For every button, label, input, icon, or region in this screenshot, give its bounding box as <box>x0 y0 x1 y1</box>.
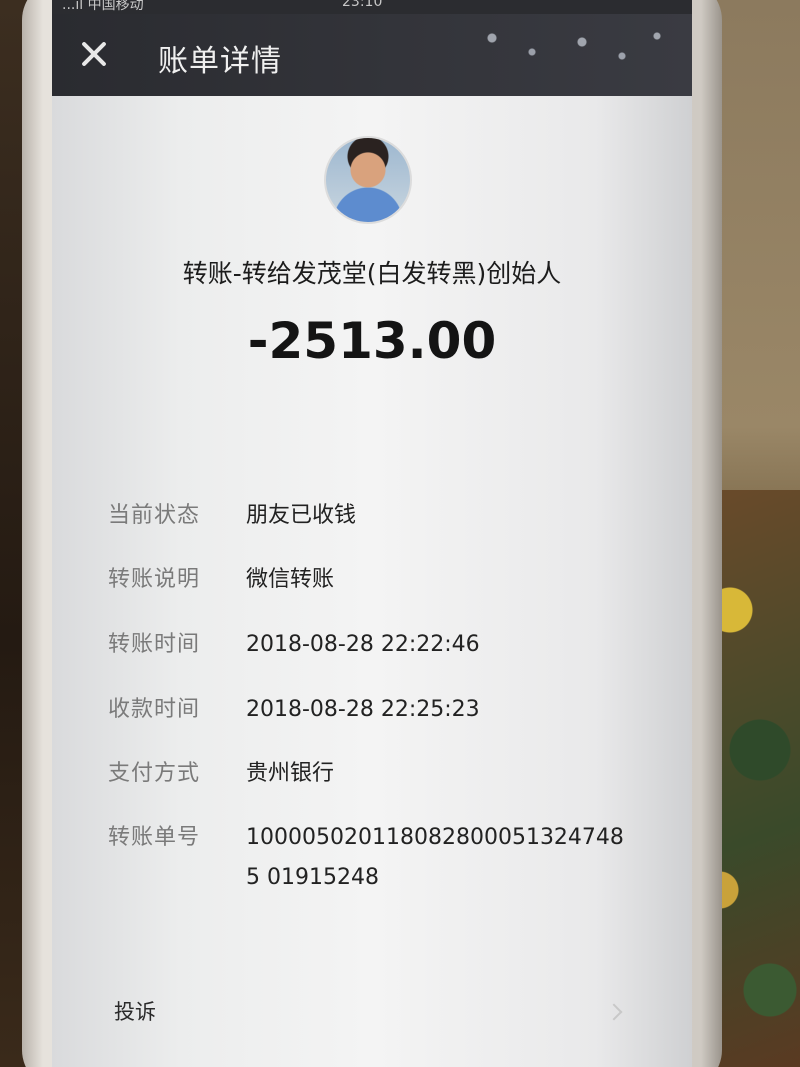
complaint-link[interactable]: 投诉 <box>114 996 156 1026</box>
status-bar: ...ıl 中国移动 23:10 <box>52 0 692 14</box>
close-icon[interactable] <box>78 38 110 70</box>
chevron-right-icon[interactable] <box>605 1003 623 1021</box>
detail-value: 贵州银行 <box>246 761 335 786</box>
detail-value: 2018-08-28 22:25:23 <box>246 697 480 722</box>
transfer-title: 转账-转给发茂堂(白发转黑)创始人 <box>182 259 562 288</box>
phone-screen: ...ıl 中国移动 23:10 账单详情 转账-转给发茂堂(白发转黑)创始人 … <box>52 0 692 1067</box>
detail-value: 2018-08-28 22:22:46 <box>246 632 480 657</box>
light-reflections <box>472 24 672 64</box>
bill-detail-content: 转账-转给发茂堂(白发转黑)创始人 -2513.00 当前状态 朋友已收钱 转账… <box>52 96 692 1067</box>
detail-label: 转账时间 <box>108 632 201 657</box>
detail-label: 收款时间 <box>108 697 201 722</box>
detail-label: 当前状态 <box>108 503 201 528</box>
transfer-amount: -2513.00 <box>247 312 497 370</box>
detail-label: 支付方式 <box>108 761 201 786</box>
detail-value[interactable]: 1000050201180828000513247485 01915248 <box>246 818 626 898</box>
detail-label: 转账说明 <box>108 567 201 592</box>
navigation-bar: 账单详情 <box>52 14 692 96</box>
avatar[interactable] <box>324 136 412 224</box>
detail-value: 朋友已收钱 <box>246 503 357 528</box>
status-time: 23:10 <box>342 0 383 10</box>
page-title: 账单详情 <box>158 44 282 79</box>
detail-value: 微信转账 <box>246 567 335 592</box>
detail-label: 转账单号 <box>108 825 201 850</box>
carrier-label: ...ıl 中国移动 <box>62 0 144 13</box>
